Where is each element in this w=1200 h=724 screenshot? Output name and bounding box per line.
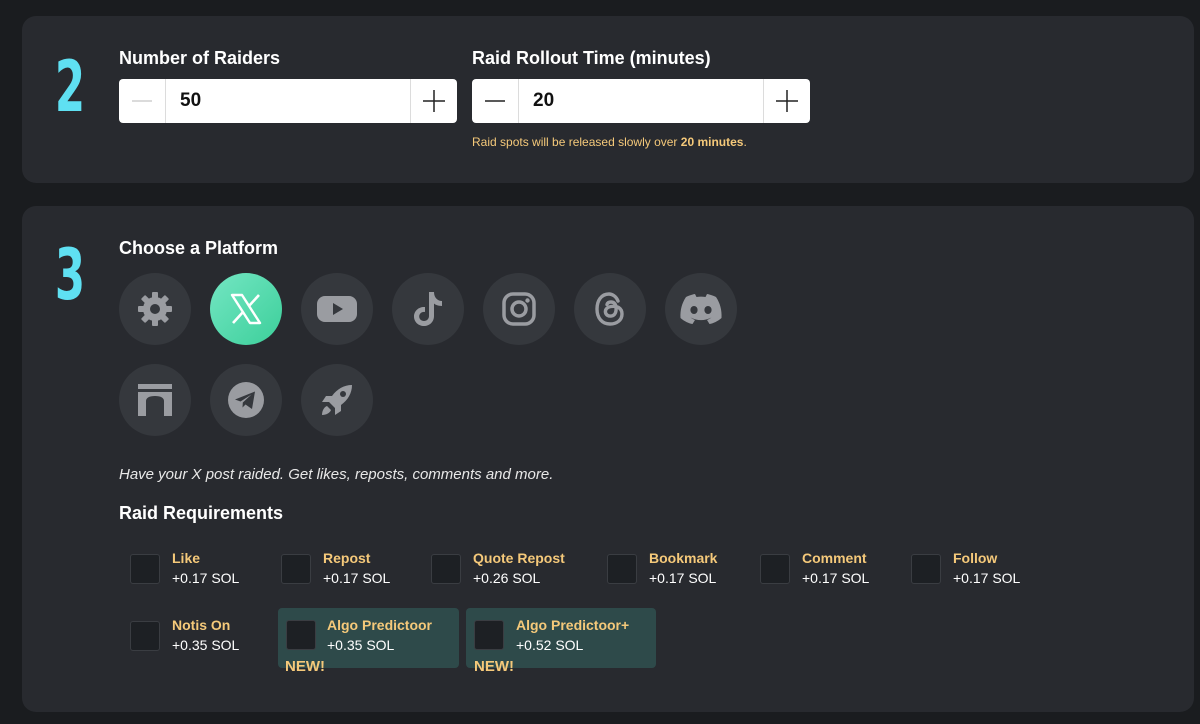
requirement-name: Algo Predictoor: [327, 617, 433, 633]
youtube-icon: [317, 296, 357, 322]
rollout-increment-button[interactable]: [763, 79, 810, 123]
rollout-input[interactable]: 20: [519, 79, 763, 123]
platform-tiktok[interactable]: [392, 273, 464, 345]
telegram-icon: [228, 382, 264, 418]
instagram-icon: [502, 292, 536, 326]
raiders-increment-button[interactable]: [410, 79, 457, 123]
requirement-price: +0.52 SOL: [516, 637, 584, 653]
requirement-price: +0.17 SOL: [802, 570, 870, 586]
checkbox[interactable]: [281, 554, 311, 584]
raiders-stepper: 50: [119, 79, 457, 123]
new-badge: NEW!: [474, 658, 514, 675]
storefront-icon: [138, 384, 172, 416]
requirement-follow[interactable]: Follow +0.17 SOL: [911, 548, 1051, 608]
platform-storefront[interactable]: [119, 364, 191, 436]
requirement-name: Quote Repost: [473, 550, 565, 566]
requirement-name: Algo Predictoor+: [516, 617, 630, 633]
requirement-name: Bookmark: [649, 550, 718, 566]
requirement-price: +0.35 SOL: [172, 637, 240, 653]
requirement-repost[interactable]: Repost +0.17 SOL: [281, 548, 421, 608]
checkbox[interactable]: [431, 554, 461, 584]
rollout-hint: Raid spots will be released slowly over …: [472, 135, 747, 149]
requirement-name: Follow: [953, 550, 998, 566]
platform-rocket[interactable]: [301, 364, 373, 436]
checkbox[interactable]: [911, 554, 941, 584]
requirement-price: +0.17 SOL: [323, 570, 391, 586]
checkbox[interactable]: [130, 621, 160, 651]
raiders-decrement-button[interactable]: [119, 79, 166, 123]
platform-instagram[interactable]: [483, 273, 555, 345]
requirement-name: Like: [172, 550, 201, 566]
minus-icon: [132, 100, 152, 102]
discord-icon: [680, 294, 722, 324]
checkbox[interactable]: [760, 554, 790, 584]
requirement-price: +0.26 SOL: [473, 570, 541, 586]
plus-icon: [776, 90, 798, 112]
requirement-quote-repost[interactable]: Quote Repost +0.26 SOL: [431, 548, 591, 608]
requirement-price: +0.17 SOL: [172, 570, 240, 586]
platform-x[interactable]: [210, 273, 282, 345]
step-number: 2: [54, 46, 86, 128]
platform-gear[interactable]: [119, 273, 191, 345]
raiders-input[interactable]: 50: [166, 79, 410, 123]
requirement-notis-on[interactable]: Notis On +0.35 SOL: [130, 615, 270, 675]
platform-section-title: Choose a Platform: [119, 238, 279, 258]
requirement-like[interactable]: Like +0.17 SOL: [130, 548, 270, 608]
platform-threads[interactable]: [574, 273, 646, 345]
platform-telegram[interactable]: [210, 364, 282, 436]
threads-icon: [595, 292, 624, 326]
requirement-name: Notis On: [172, 617, 231, 633]
checkbox[interactable]: [130, 554, 160, 584]
gear-icon: [138, 292, 172, 326]
raiders-label: Number of Raiders: [119, 48, 281, 68]
platform-discord[interactable]: [665, 273, 737, 345]
checkbox[interactable]: [474, 620, 504, 650]
x-logo-icon: [230, 293, 262, 325]
requirement-bookmark[interactable]: Bookmark +0.17 SOL: [607, 548, 747, 608]
requirement-comment[interactable]: Comment +0.17 SOL: [760, 548, 900, 608]
platform-description: Have your X post raided. Get likes, repo…: [119, 466, 554, 483]
requirements-title: Raid Requirements: [119, 503, 284, 523]
plus-icon: [423, 90, 445, 112]
requirement-name: Repost: [323, 550, 371, 566]
platform-youtube[interactable]: [301, 273, 373, 345]
new-badge: NEW!: [285, 658, 325, 675]
step-number: 3: [54, 234, 86, 316]
tiktok-icon: [414, 292, 442, 326]
minus-icon: [485, 100, 505, 102]
requirement-name: Comment: [802, 550, 867, 566]
rollout-label: Raid Rollout Time (minutes): [472, 48, 711, 68]
rollout-stepper: 20: [472, 79, 810, 123]
requirement-price: +0.35 SOL: [327, 637, 395, 653]
rocket-icon: [322, 385, 352, 415]
checkbox[interactable]: [607, 554, 637, 584]
requirement-price: +0.17 SOL: [953, 570, 1021, 586]
rollout-decrement-button[interactable]: [472, 79, 519, 123]
checkbox[interactable]: [286, 620, 316, 650]
requirement-price: +0.17 SOL: [649, 570, 717, 586]
